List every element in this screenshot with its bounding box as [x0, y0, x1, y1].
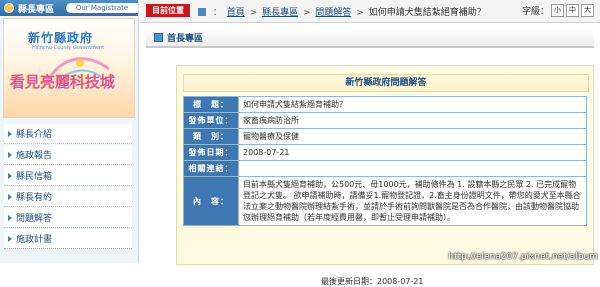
top-bar: 目前位置 ： 首頁 > 縣長專區 > 問題解答 > 如何申請犬隻結紮絕育補助？ … — [140, 0, 600, 23]
location-label: 目前位置 — [146, 4, 190, 17]
banner-slogan: 看見亮麗科技城 — [10, 73, 116, 91]
sidebar-header: 縣長專區 Our Magistrate — [0, 0, 138, 16]
arrow-right-icon — [8, 193, 12, 200]
row-key: 發佈單位： — [183, 112, 239, 129]
row-key: 標 題： — [183, 96, 239, 113]
breadcrumb-current: 如何申請犬隻結紮絕育補助？ — [368, 8, 486, 18]
arrow-right-icon — [8, 151, 12, 158]
font-size-control: 字級： 小 中 大 — [522, 4, 594, 17]
county-logo-english: Hsinchu County Government — [32, 45, 105, 51]
row-value: 2008-07-21 — [238, 144, 587, 161]
table-row: 內 容： 目前本縣犬隻絕育補助，公500元、母1000元，補助條件為 1. 設籍… — [183, 176, 587, 226]
table-row: 相關連結： — [183, 160, 587, 177]
sidebar-item-appointment[interactable]: 縣長有約 — [4, 187, 132, 207]
font-large-button[interactable]: 大 — [581, 4, 594, 17]
sidebar: 縣長專區 Our Magistrate 新竹縣政府 Hsinchu County… — [0, 0, 139, 263]
row-value — [238, 160, 587, 177]
row-key: 發佈日期： — [183, 144, 239, 161]
sidebar-item-label: 縣民信箱 — [16, 172, 53, 182]
table-row: 標 題： 如何申請犬隻結紮絕育補助？ — [183, 96, 587, 113]
table-row: 發佈單位： 家畜疾病防治所 — [183, 112, 587, 129]
county-banner: 新竹縣政府 Hsinchu County Government 看見亮麗科技城 — [3, 18, 135, 118]
panel-title: 新竹縣政府問題解答 — [183, 74, 589, 92]
sidebar-item-magistrate-intro[interactable]: 縣長介紹 — [4, 124, 132, 144]
bullet-icon — [4, 3, 14, 13]
row-key: 相關連結： — [183, 160, 239, 177]
sidebar-subtitle: Our Magistrate — [66, 3, 138, 13]
font-small-button[interactable]: 小 — [551, 4, 564, 17]
table-row: 類 別： 寵物醫療及保健 — [183, 128, 587, 145]
main-content: 首長專區 新竹縣政府問題解答 標 題： 如何申請犬隻結紮絕育補助？ 發佈單位： … — [140, 23, 600, 286]
breadcrumb: ： 首頁 > 縣長專區 > 問題解答 > 如何申請犬隻結紮絕育補助？ — [198, 5, 486, 18]
row-value: 寵物醫療及保健 — [238, 128, 587, 145]
home-icon — [198, 8, 206, 16]
sidebar-item-policy-report[interactable]: 施政報告 — [4, 145, 132, 165]
breadcrumb-magistrate[interactable]: 縣長專區 — [262, 8, 298, 18]
breadcrumb-home[interactable]: 首頁 — [227, 8, 245, 18]
row-value: 目前本縣犬隻絕育補助，公500元、母1000元，補助條件為 1. 設籍本縣之民眾… — [238, 176, 587, 226]
faq-panel: 新竹縣政府問題解答 標 題： 如何申請犬隻結紮絕育補助？ 發佈單位： 家畜疾病防… — [176, 65, 594, 286]
sidebar-title: 縣長專區 — [18, 4, 55, 15]
row-value: 如何申請犬隻結紮絕育補助？ — [238, 96, 587, 113]
arrow-right-icon — [8, 130, 12, 137]
arrow-right-icon — [8, 235, 12, 242]
breadcrumb-faq[interactable]: 問題解答 — [315, 8, 351, 18]
row-key: 內 容： — [183, 176, 239, 226]
sidebar-menu: 縣長介紹 施政報告 縣民信箱 縣長有約 問題解答 施政計畫 — [0, 124, 138, 249]
faq-table: 標 題： 如何申請犬隻結紮絕育補助？ 發佈單位： 家畜疾病防治所 類 別： 寵物… — [183, 96, 587, 226]
table-row: 發佈日期： 2008-07-21 — [183, 144, 587, 161]
sidebar-item-policy-plan[interactable]: 施政計畫 — [4, 229, 132, 249]
county-logo-text: 新竹縣政府 — [28, 31, 94, 45]
watermark: http://elena207.pixnet.net/album — [448, 252, 598, 262]
last-updated: 最後更新日期：2008-07-21 — [321, 277, 424, 286]
sidebar-item-mailbox[interactable]: 縣民信箱 — [4, 166, 132, 186]
square-bullet-icon — [154, 33, 163, 42]
sidebar-item-label: 問題解答 — [16, 214, 53, 224]
section-title: 首長專區 — [167, 34, 204, 44]
font-size-label: 字級： — [521, 7, 549, 17]
section-header: 首長專區 — [146, 29, 594, 48]
font-medium-button[interactable]: 中 — [566, 4, 579, 17]
arrow-right-icon — [8, 214, 12, 221]
sidebar-item-label: 縣長介紹 — [16, 130, 53, 140]
sidebar-item-faq[interactable]: 問題解答 — [4, 208, 132, 228]
sidebar-item-label: 施政計畫 — [16, 235, 53, 245]
row-key: 類 別： — [183, 128, 239, 145]
row-value: 家畜疾病防治所 — [238, 112, 587, 129]
sidebar-item-label: 縣長有約 — [16, 193, 53, 203]
arrow-right-icon — [8, 172, 12, 179]
sidebar-item-label: 施政報告 — [16, 151, 53, 161]
